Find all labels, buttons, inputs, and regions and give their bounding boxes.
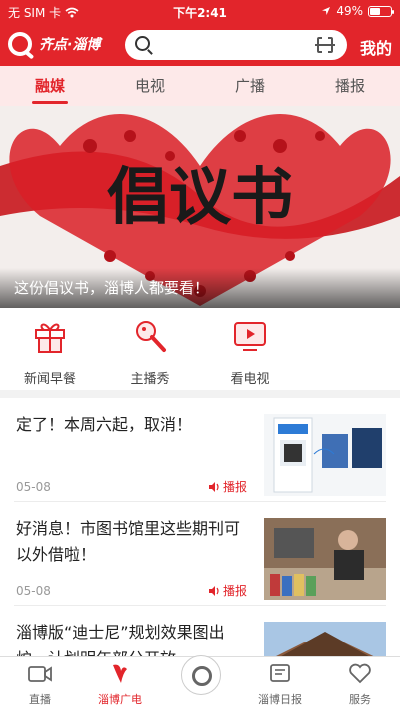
quick-links: 新闻早餐 主播秀 看电视 [0, 308, 400, 390]
section-divider [0, 390, 400, 398]
bottom-nav: 直播 淄博广电 淄博日报 服务 [0, 655, 400, 710]
scan-icon[interactable] [315, 36, 335, 54]
nav-label: 淄博日报 [258, 693, 302, 706]
battery-percent: 49% [336, 4, 363, 18]
location-arrow-icon [322, 7, 331, 15]
tab-broadcast[interactable]: 播报 [300, 66, 400, 106]
nav-zibo-daily[interactable]: 淄博日报 [240, 663, 320, 707]
heart-icon [349, 663, 371, 684]
banner-caption: 这份倡议书，淄博人都要看！ [14, 279, 210, 297]
news-thumbnail [264, 518, 386, 600]
speaker-icon [209, 481, 219, 492]
top-header: 齐点·淄博 我的 [0, 24, 400, 66]
banner-carousel[interactable]: 倡议书 这份倡议书，淄博人都要看！ [0, 106, 400, 308]
news-thumbnail [264, 414, 386, 496]
battery-icon [368, 5, 394, 17]
news-tag-label: 播报 [223, 584, 248, 598]
news-tag: 播报 [208, 582, 247, 599]
nav-services[interactable]: 服务 [320, 663, 400, 707]
news-date: 05-08 [16, 584, 51, 598]
news-item[interactable]: 定了！本周六起，取消！ 05-08 播报 [14, 398, 386, 502]
tab-tv[interactable]: 电视 [100, 66, 200, 106]
tv-play-icon [234, 322, 266, 351]
qidian-logo-icon [192, 666, 212, 686]
status-bar: 无 SIM 卡 下午2:41 49% [0, 0, 400, 24]
nav-label: 淄博广电 [98, 693, 142, 706]
quick-link-watch-tv[interactable]: 看电视 [210, 318, 290, 387]
quick-link-label: 看电视 [230, 372, 270, 387]
news-date: 05-08 [16, 480, 51, 494]
tab-rongmei[interactable]: 融媒 [0, 66, 100, 106]
nav-qidian-home[interactable] [181, 655, 221, 695]
logo-text: 齐点·淄博 [39, 37, 101, 53]
video-icon [28, 666, 52, 682]
speaker-icon [209, 585, 219, 596]
banner-headline-art: 倡议书 [107, 160, 293, 233]
quick-link-label: 主播秀 [130, 372, 170, 387]
news-tag-label: 播报 [223, 480, 248, 494]
quick-link-label: 新闻早餐 [23, 372, 76, 387]
news-item[interactable]: 好消息！市图书馆里这些期刊可以外借啦！ 05-08 播报 [14, 502, 386, 606]
nav-zibo-broadcast[interactable]: 淄博广电 [80, 663, 160, 707]
quick-link-anchor-show[interactable]: 主播秀 [110, 318, 190, 387]
qidian-logo-icon [8, 32, 32, 56]
nav-live[interactable]: 直播 [0, 663, 80, 707]
gift-icon [35, 323, 65, 353]
mine-button[interactable]: 我的 [360, 35, 392, 59]
tab-radio[interactable]: 广播 [200, 66, 300, 106]
zibo-logo-icon [113, 664, 127, 683]
news-tag: 播报 [208, 478, 247, 495]
channel-tabs: 融媒 电视 广播 播报 [0, 66, 400, 106]
news-title: 好消息！市图书馆里这些期刊可以外借啦！ [16, 519, 241, 564]
nav-label: 直播 [29, 693, 51, 706]
battery-fill [370, 7, 380, 15]
app-screen: 无 SIM 卡 下午2:41 49% 齐点·淄博 我的 融媒 电视 广播 播报 … [0, 0, 400, 710]
nav-label: 服务 [349, 693, 371, 706]
app-logo[interactable]: 齐点·淄博 [8, 32, 100, 56]
news-title: 定了！本周六起，取消！ [16, 415, 193, 434]
microphone-icon [136, 321, 166, 352]
search-input[interactable] [125, 30, 347, 60]
newspaper-icon [270, 664, 290, 682]
quick-link-news-breakfast[interactable]: 新闻早餐 [10, 318, 90, 387]
search-icon [135, 36, 150, 51]
